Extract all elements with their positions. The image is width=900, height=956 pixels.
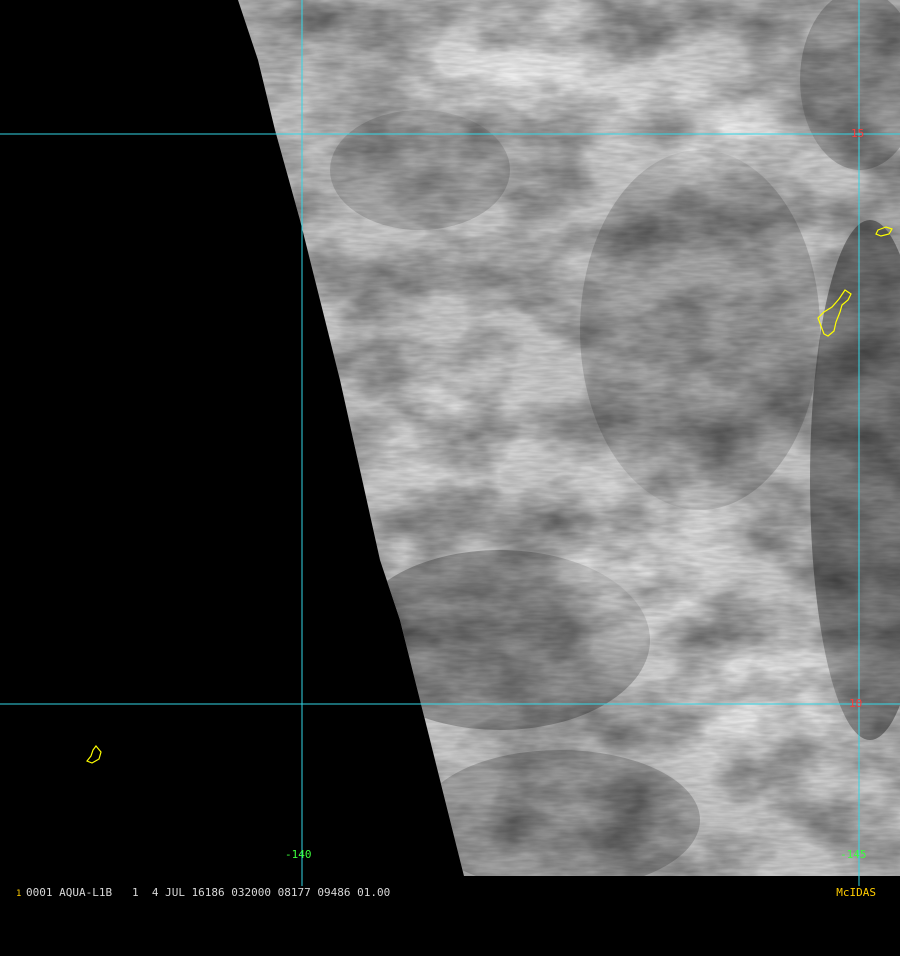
lat-label-15: 15 [851, 127, 864, 140]
lon-label-145: -145 [840, 848, 867, 861]
satellite-imagery: 15 10 -140 -145 [0, 0, 900, 900]
lon-label-140: -140 [285, 848, 312, 861]
satellite-image-viewer: 15 10 -140 -145 1 0001 AQUA-L1B 1 4 JUL … [0, 0, 900, 900]
lat-label-10: 10 [849, 697, 862, 710]
mcidas-brand-label: McIDAS [836, 886, 876, 899]
image-info-text: 0001 AQUA-L1B 1 4 JUL 16186 032000 08177… [26, 886, 391, 899]
status-bar: 1 0001 AQUA-L1B 1 4 JUL 16186 032000 081… [0, 886, 900, 900]
